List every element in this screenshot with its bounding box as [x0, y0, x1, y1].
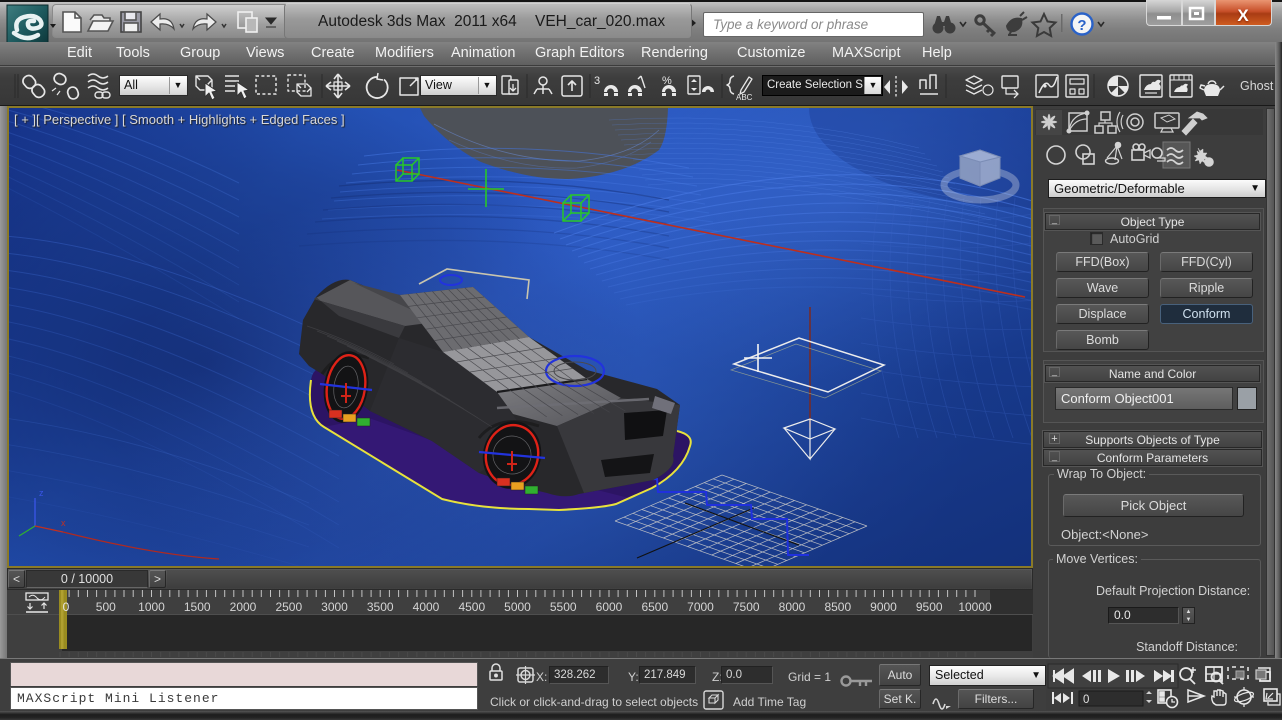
svg-text:X: X	[1237, 6, 1249, 25]
svg-text:1500: 1500	[184, 600, 211, 614]
svg-text:Ghost: Ghost	[1240, 79, 1274, 93]
svg-text:?: ?	[1077, 17, 1086, 34]
svg-text:3000: 3000	[321, 600, 348, 614]
svg-text:x: x	[61, 518, 66, 528]
svg-text:7500: 7500	[733, 600, 760, 614]
svg-text:%: %	[662, 75, 672, 87]
svg-text:9500: 9500	[916, 600, 943, 614]
svg-text:8500: 8500	[824, 600, 851, 614]
svg-text:4000: 4000	[413, 600, 440, 614]
svg-text:0: 0	[1083, 694, 1089, 706]
svg-text:7000: 7000	[687, 600, 714, 614]
svg-text:4500: 4500	[458, 600, 485, 614]
svg-text:6000: 6000	[596, 600, 623, 614]
svg-text:5500: 5500	[550, 600, 577, 614]
svg-text:6500: 6500	[641, 600, 668, 614]
svg-text:10000: 10000	[958, 600, 992, 614]
svg-text:5000: 5000	[504, 600, 531, 614]
svg-text:1000: 1000	[138, 600, 165, 614]
svg-text:z: z	[39, 488, 44, 498]
svg-text:8000: 8000	[779, 600, 806, 614]
svg-text:0: 0	[63, 600, 70, 614]
svg-text:9000: 9000	[870, 600, 897, 614]
svg-text:500: 500	[96, 600, 116, 614]
svg-text:3500: 3500	[367, 600, 394, 614]
svg-text:3: 3	[594, 75, 600, 87]
svg-text:2000: 2000	[230, 600, 257, 614]
svg-text:2500: 2500	[275, 600, 302, 614]
svg-text:ABC: ABC	[736, 93, 753, 102]
